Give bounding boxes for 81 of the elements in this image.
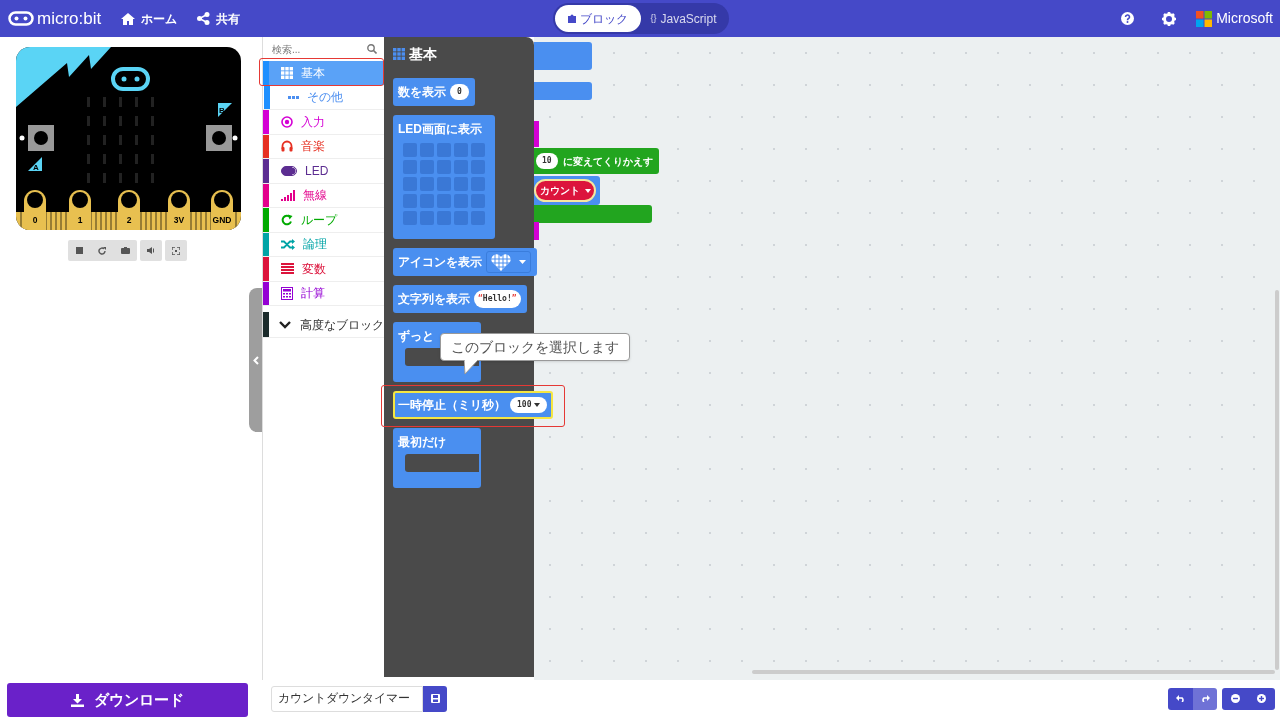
expand-icon: [172, 246, 180, 255]
code-block[interactable]: 10 に変えてくりかえす: [534, 148, 659, 174]
pin-label: 1: [77, 215, 83, 225]
editor-tab[interactable]: ブロック: [554, 5, 641, 32]
scrollbar[interactable]: [752, 670, 1275, 674]
undo-button[interactable]: [1168, 687, 1193, 710]
nav-link[interactable]: ホーム: [121, 9, 178, 28]
search-icon: [367, 44, 377, 54]
category-item[interactable]: 高度なブロック: [263, 312, 384, 338]
caret-icon: [519, 260, 526, 264]
zoom-in-button[interactable]: [1248, 687, 1275, 710]
category-item[interactable]: 変数: [263, 257, 384, 282]
project-name-field[interactable]: カウントダウンタイマー: [271, 685, 423, 712]
nav-link[interactable]: 共有: [197, 9, 241, 28]
category-item[interactable]: LED: [263, 159, 384, 184]
pin-label: 0: [32, 215, 38, 225]
caret-icon: [534, 403, 541, 407]
code-block[interactable]: 一時停止（ミリ秒） 100: [393, 391, 554, 419]
text-field[interactable]: “Hello!”: [474, 290, 521, 308]
flyout-title: 基本: [409, 44, 437, 64]
calculator-icon: [281, 286, 293, 300]
toggle-icon: [281, 165, 297, 176]
fullscreen-button[interactable]: [165, 240, 187, 261]
headphones-icon: [281, 140, 293, 153]
grid-icon: [393, 48, 405, 60]
chevron-left-icon: [252, 355, 259, 365]
category-item[interactable]: 無線: [263, 183, 384, 208]
shuffle-icon: [281, 238, 295, 250]
lines-icon: [281, 263, 294, 275]
home-icon: [121, 12, 136, 25]
number-field[interactable]: 0: [450, 84, 469, 100]
help-icon[interactable]: [1121, 12, 1135, 25]
settings-icon[interactable]: [1162, 11, 1177, 26]
share-icon: [197, 12, 211, 25]
squares-logo-icon: [1196, 10, 1213, 27]
tooltip-tail: [464, 360, 478, 374]
button-label: A: [33, 163, 39, 172]
icon-dropdown[interactable]: [486, 251, 531, 273]
scrollbar[interactable]: [1275, 290, 1279, 670]
search-field[interactable]: 検索...: [272, 41, 362, 57]
redo-button[interactable]: [1193, 687, 1217, 710]
minus-icon: [1230, 694, 1240, 703]
number-field[interactable]: 10: [536, 153, 558, 169]
pin-label: GND: [212, 215, 232, 225]
editor-tab[interactable]: {} JavaScript: [640, 5, 727, 32]
loop-icon: [281, 213, 293, 226]
category-item[interactable]: その他: [263, 85, 384, 110]
code-block[interactable]: 文字列を表示 “Hello!”: [393, 285, 527, 313]
redo-icon: [1200, 695, 1210, 702]
category-item[interactable]: 音楽: [263, 134, 384, 159]
pin-label: 2: [126, 215, 132, 225]
logo-link[interactable]: micro:bit: [8, 10, 102, 27]
dots-icon: [288, 95, 299, 99]
speaker-icon: [147, 247, 155, 254]
target-icon: [281, 115, 293, 128]
puzzle-icon: [567, 14, 576, 23]
brand-link[interactable]: Microsoft: [1196, 8, 1273, 29]
chevron-down-icon: [279, 320, 291, 329]
download-button[interactable]: ダウンロード: [7, 683, 248, 717]
floppy-icon: [430, 694, 440, 703]
heart-icon: [491, 253, 511, 271]
restart-icon[interactable]: [97, 246, 106, 255]
number-dropdown[interactable]: 100: [510, 397, 548, 413]
category-item[interactable]: 入力: [263, 110, 384, 135]
plus-icon: [1257, 694, 1266, 703]
category-item[interactable]: 計算: [263, 281, 384, 306]
collapse-handle[interactable]: [249, 288, 262, 432]
block-label: に変えてくりかえす: [562, 154, 653, 169]
stop-icon[interactable]: [75, 247, 83, 254]
logo-icon: [8, 11, 34, 26]
grid-icon: [281, 66, 293, 79]
pin-label: 3V: [173, 215, 185, 225]
download-icon: [71, 693, 84, 707]
code-block[interactable]: 数を表示 0: [393, 78, 475, 106]
mute-button[interactable]: [140, 240, 162, 261]
undo-icon: [1176, 695, 1185, 702]
zoom-out-button[interactable]: [1222, 687, 1248, 710]
camera-icon[interactable]: [120, 247, 130, 254]
signal-icon: [281, 189, 295, 201]
caret-icon: [584, 188, 591, 193]
save-button[interactable]: [423, 685, 447, 712]
